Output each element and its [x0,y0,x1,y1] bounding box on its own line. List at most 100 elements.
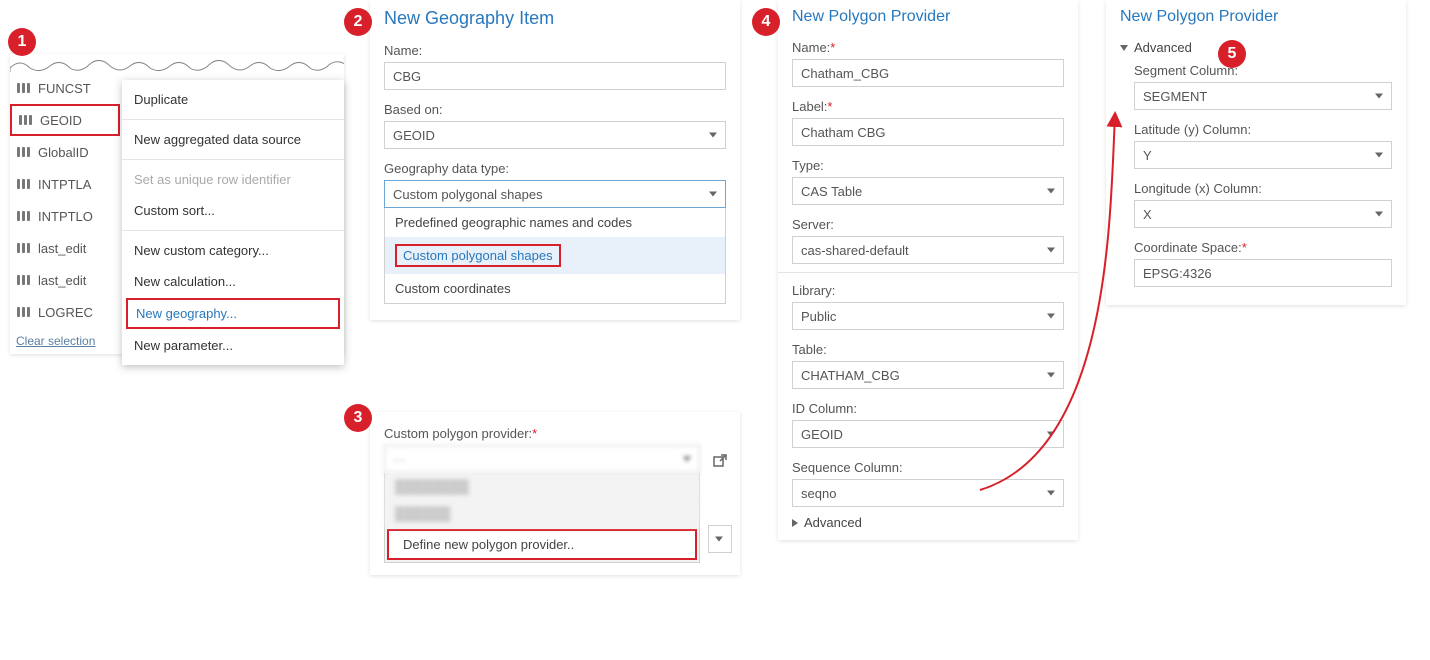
column-item-selected[interactable]: GEOID [10,104,120,136]
column-item[interactable]: last_edit [10,232,120,264]
table-label: Table: [778,338,1078,359]
opt-custom-poly[interactable]: Custom polygonal shapes [385,237,725,274]
id-value: GEOID [801,427,843,442]
column-label: FUNCST [38,81,91,96]
menu-new-category[interactable]: New custom category... [122,235,344,266]
name-input[interactable]: Chatham_CBG [792,59,1064,87]
menu-custom-sort[interactable]: Custom sort... [122,195,344,226]
panel-title: New Polygon Provider [1106,0,1406,36]
advanced-toggle[interactable]: Advanced [792,515,1064,530]
coord-label: Coordinate Space:* [1106,236,1406,257]
opt-custom-coord[interactable]: Custom coordinates [385,274,725,303]
column-label: INTPTLA [38,177,91,192]
triangle-right-icon [792,519,798,527]
step-badge-1: 1 [8,28,36,56]
chevron-down-icon [1047,432,1055,437]
provider-label: Custom polygon provider:* [370,422,740,443]
column-label: last_edit [38,273,86,288]
advanced-toggle[interactable]: Advanced [1120,40,1392,55]
column-item[interactable]: last_edit [10,264,120,296]
name-label: Name: [370,39,740,60]
seq-select[interactable]: seqno [792,479,1064,507]
column-list: FUNCST GEOID GlobalID INTPTLA INTPTLO la… [10,72,120,354]
column-item[interactable]: INTPTLO [10,200,120,232]
new-polygon-provider-advanced-panel: New Polygon Provider Advanced Segment Co… [1106,0,1406,305]
step-badge-5: 5 [1218,40,1246,68]
based-on-select[interactable]: GEOID [384,121,726,149]
library-select[interactable]: Public [792,302,1064,330]
type-value: CAS Table [801,184,862,199]
geo-type-label: Geography data type: [370,157,740,178]
lon-select[interactable]: X [1134,200,1392,228]
chevron-down-icon [1047,373,1055,378]
column-item[interactable]: FUNCST [10,72,120,104]
server-value: cas-shared-default [801,243,909,258]
chevron-down-icon [709,192,717,197]
coord-input[interactable]: EPSG:4326 [1134,259,1392,287]
menu-new-parameter[interactable]: New parameter... [122,330,344,361]
library-value: Public [801,309,836,324]
menu-duplicate[interactable]: Duplicate [122,84,344,115]
chevron-down-icon [1375,153,1383,158]
chevron-down-icon [1375,94,1383,99]
geo-type-select[interactable]: Custom polygonal shapes [384,180,726,208]
label-value: Chatham CBG [801,125,886,140]
define-new-provider-option[interactable]: Define new polygon provider.. [387,529,697,560]
provider-popout-button[interactable] [708,447,732,475]
step-badge-3: 3 [344,404,372,432]
chevron-down-icon [1375,212,1383,217]
column-label: LOGREC [38,305,93,320]
column-label: INTPTLO [38,209,93,224]
clear-selection-link[interactable]: Clear selection [10,328,120,354]
category-icon [16,240,32,256]
name-value: CBG [393,69,421,84]
name-label: Name:* [778,36,1078,57]
advanced-label: Advanced [1134,40,1192,55]
server-label: Server: [778,213,1078,234]
menu-new-aggregated[interactable]: New aggregated data source [122,124,344,155]
lat-label: Latitude (y) Column: [1106,118,1406,139]
table-select[interactable]: CHATHAM_CBG [792,361,1064,389]
column-item[interactable]: INTPTLA [10,168,120,200]
menu-separator [122,230,344,231]
lat-value: Y [1143,148,1152,163]
opt-predefined[interactable]: Predefined geographic names and codes [385,208,725,237]
chevron-down-icon [1047,248,1055,253]
menu-set-unique: Set as unique row identifier [122,164,344,195]
provider-option-blurred[interactable]: ████████ [385,473,699,500]
menu-new-calculation[interactable]: New calculation... [122,266,344,297]
seq-label: Sequence Column: [778,456,1078,477]
provider-select[interactable]: — [384,445,700,473]
geo-type-dropdown: Predefined geographic names and codes Cu… [384,208,726,304]
library-label: Library: [778,279,1078,300]
chevron-down-icon [683,457,691,462]
chevron-down-icon [715,537,723,542]
table-value: CHATHAM_CBG [801,368,900,383]
column-item[interactable]: GlobalID [10,136,120,168]
panel-title: New Geography Item [370,0,740,39]
segment-select[interactable]: SEGMENT [1134,82,1392,110]
label-input[interactable]: Chatham CBG [792,118,1064,146]
geo-type-value: Custom polygonal shapes [393,187,543,202]
menu-new-geography[interactable]: New geography... [126,298,340,329]
category-icon [18,112,34,128]
chevron-down-icon [1047,491,1055,496]
type-select[interactable]: CAS Table [792,177,1064,205]
column-label: GlobalID [38,145,89,160]
new-polygon-provider-panel: New Polygon Provider Name:* Chatham_CBG … [778,0,1078,540]
provider-option-blurred[interactable]: ██████ [385,500,699,527]
lon-value: X [1143,207,1152,222]
column-item[interactable]: LOGREC [10,296,120,328]
secondary-caret[interactable] [708,525,732,553]
lat-select[interactable]: Y [1134,141,1392,169]
chevron-down-icon [1047,189,1055,194]
based-on-value: GEOID [393,128,435,143]
based-on-label: Based on: [370,98,740,119]
opt-custom-poly-highlight: Custom polygonal shapes [395,244,561,267]
server-select[interactable]: cas-shared-default [792,236,1064,264]
id-select[interactable]: GEOID [792,420,1064,448]
category-icon [16,304,32,320]
name-input[interactable]: CBG [384,62,726,90]
triangle-down-icon [1120,45,1128,51]
column-list-panel: FUNCST GEOID GlobalID INTPTLA INTPTLO la… [10,54,344,354]
